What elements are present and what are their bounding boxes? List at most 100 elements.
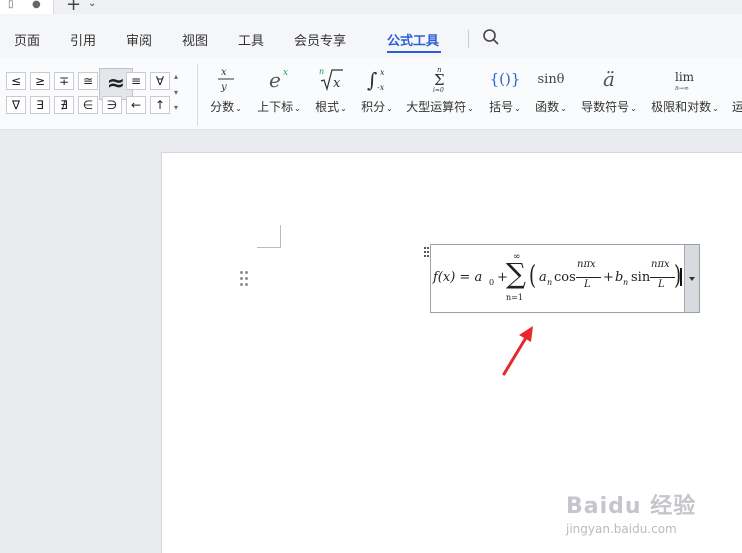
baidu-watermark: Baidu 经验 jingyan.baidu.com bbox=[566, 470, 736, 550]
scroll-up-icon[interactable]: ▴ bbox=[174, 73, 178, 81]
paragraph-drag-handle-icon[interactable] bbox=[240, 271, 250, 287]
limit-icon: lim n→∞ bbox=[649, 64, 721, 94]
function-tool[interactable]: sinθ 函数⌄ bbox=[532, 64, 570, 115]
symbol-le[interactable]: ≤ bbox=[6, 72, 26, 90]
unsaved-dot-icon: ● bbox=[32, 0, 41, 10]
equation-options-dropdown[interactable] bbox=[684, 245, 699, 312]
active-tab-indicator bbox=[387, 51, 441, 53]
equation-move-grip-icon[interactable] bbox=[424, 247, 430, 259]
svg-text:x: x bbox=[380, 68, 385, 77]
chevron-down-icon[interactable]: ⌄ bbox=[88, 0, 96, 9]
symbol-minus-plus[interactable]: ∓ bbox=[54, 72, 74, 90]
function-label: 函数 bbox=[535, 100, 560, 114]
script-tool[interactable]: ex 上下标⌄ bbox=[255, 64, 303, 115]
symbol-exists[interactable]: ∃ bbox=[30, 96, 50, 114]
accent-dot-icon: ä bbox=[603, 67, 615, 91]
fraction-denominator-1: L bbox=[584, 279, 591, 290]
menu-tools[interactable]: 工具 bbox=[238, 30, 264, 49]
svg-text:y: y bbox=[220, 82, 227, 93]
ribbon-divider bbox=[197, 64, 198, 126]
symbol-element-of[interactable]: ∈ bbox=[78, 96, 98, 114]
accent-label: 导数符号 bbox=[581, 100, 630, 114]
fraction-denominator-2: L bbox=[658, 279, 665, 290]
svg-text:x: x bbox=[283, 68, 288, 78]
sin-function: sin bbox=[631, 270, 651, 285]
scroll-down-icon[interactable]: ▾ bbox=[174, 89, 178, 97]
operator-label: 运 bbox=[731, 100, 742, 114]
svg-text:lim: lim bbox=[675, 70, 695, 84]
sine-icon: sinθ bbox=[537, 71, 565, 87]
menu-member[interactable]: 会员专享 bbox=[294, 30, 346, 49]
symbol-forall[interactable]: ∀ bbox=[150, 72, 170, 90]
cos-function: cos bbox=[554, 270, 576, 285]
fraction-label: 分数 bbox=[210, 100, 235, 114]
svg-text:x: x bbox=[333, 76, 341, 91]
operator-tool-partial[interactable]: 运 bbox=[731, 64, 742, 115]
limit-log-tool[interactable]: lim n→∞ 极限和对数⌄ bbox=[649, 64, 721, 115]
script-label: 上下标 bbox=[257, 100, 294, 114]
watermark-brand: Baidu 经验 bbox=[566, 494, 697, 519]
svg-text:x: x bbox=[221, 67, 227, 78]
radical-tool[interactable]: nx 根式⌄ bbox=[313, 64, 349, 115]
limit-log-label: 极限和对数 bbox=[651, 100, 712, 114]
margin-corner-mark bbox=[257, 247, 281, 248]
fraction-numerator-1: nπx bbox=[577, 259, 596, 270]
integral-tool[interactable]: ∫ x -x 积分⌄ bbox=[359, 64, 395, 115]
formula-a-subscript: 0 bbox=[489, 278, 495, 287]
svg-text:e: e bbox=[269, 68, 281, 92]
fraction-bar-2 bbox=[650, 277, 675, 278]
formula-lhs: f(x) = a bbox=[433, 270, 483, 285]
coefficient-a: a bbox=[539, 270, 547, 285]
coefficient-b-index: n bbox=[623, 278, 629, 287]
fraction-icon: xy bbox=[208, 64, 244, 94]
expand-gallery-icon[interactable]: ▾ bbox=[174, 104, 178, 112]
large-operator-label: 大型运算符 bbox=[406, 100, 467, 114]
symbol-equiv[interactable]: ≡ bbox=[126, 72, 146, 90]
search-icon[interactable] bbox=[482, 28, 500, 50]
svg-text:-x: -x bbox=[377, 83, 385, 92]
summation-sign: ∑ bbox=[506, 257, 526, 290]
symbol-left-arrow[interactable]: ← bbox=[126, 96, 146, 114]
svg-text:∫: ∫ bbox=[367, 68, 377, 92]
bracket-icon: {()} bbox=[489, 70, 521, 88]
menu-page[interactable]: 页面 bbox=[14, 30, 40, 49]
svg-text:i=0: i=0 bbox=[433, 87, 444, 93]
summation-icon: n Σi=0 bbox=[404, 64, 476, 94]
new-tab-button[interactable]: + bbox=[66, 0, 81, 15]
symbol-not-exists[interactable]: ∄ bbox=[54, 96, 74, 114]
bracket-tool[interactable]: {()} 括号⌄ bbox=[486, 64, 524, 115]
large-operator-tool[interactable]: n Σi=0 大型运算符⌄ bbox=[404, 64, 476, 115]
left-paren: ( bbox=[529, 261, 537, 291]
formula-ribbon: ≤ ≥ ∓ ≅ ≈ ≡ ∀ ∇ ∃ ∄ ∈ ∋ ← ↑ ▴ ▾ ▾ xy 分数⌄… bbox=[0, 58, 742, 130]
integral-icon: ∫ x -x bbox=[359, 64, 395, 94]
menu-divider bbox=[468, 30, 469, 48]
margin-corner-mark-vertical bbox=[280, 225, 281, 248]
accent-tool[interactable]: ä 导数符号⌄ bbox=[579, 64, 639, 115]
menu-bar: 页面 引用 审阅 视图 工具 会员专享 公式工具 bbox=[0, 14, 742, 58]
radical-label: 根式 bbox=[315, 100, 340, 114]
document-tab[interactable]: ▯ ● bbox=[0, 0, 54, 14]
radical-icon: nx bbox=[313, 64, 349, 94]
symbol-contains[interactable]: ∋ bbox=[102, 96, 122, 114]
watermark-url: jingyan.baidu.com bbox=[566, 522, 677, 536]
superscript-icon: ex bbox=[255, 64, 303, 94]
integral-label: 积分 bbox=[361, 100, 386, 114]
formula-plus-2: + bbox=[603, 270, 614, 285]
svg-text:n: n bbox=[319, 67, 324, 76]
red-arrow-annotation bbox=[502, 326, 533, 376]
symbol-up-arrow[interactable]: ↑ bbox=[150, 96, 170, 114]
menu-references[interactable]: 引用 bbox=[70, 30, 96, 49]
title-strip: ▯ ● + ⌄ bbox=[0, 0, 742, 15]
sum-lower-limit: n=1 bbox=[506, 293, 523, 302]
menu-view[interactable]: 视图 bbox=[182, 30, 208, 49]
symbol-ge[interactable]: ≥ bbox=[30, 72, 50, 90]
fraction-bar-1 bbox=[576, 277, 601, 278]
menu-review[interactable]: 审阅 bbox=[126, 30, 152, 49]
fraction-tool[interactable]: xy 分数⌄ bbox=[208, 64, 244, 115]
fourier-series-formula[interactable]: f(x) = a 0 + ∞ ∑ n=1 ( a n cos nπx L + b… bbox=[431, 245, 686, 312]
equation-box[interactable]: f(x) = a 0 + ∞ ∑ n=1 ( a n cos nπx L + b… bbox=[424, 244, 700, 313]
device-icon: ▯ bbox=[8, 0, 14, 10]
menu-formula-tools[interactable]: 公式工具 bbox=[387, 30, 439, 49]
symbol-congruent[interactable]: ≅ bbox=[78, 72, 98, 90]
symbol-nabla[interactable]: ∇ bbox=[6, 96, 26, 114]
